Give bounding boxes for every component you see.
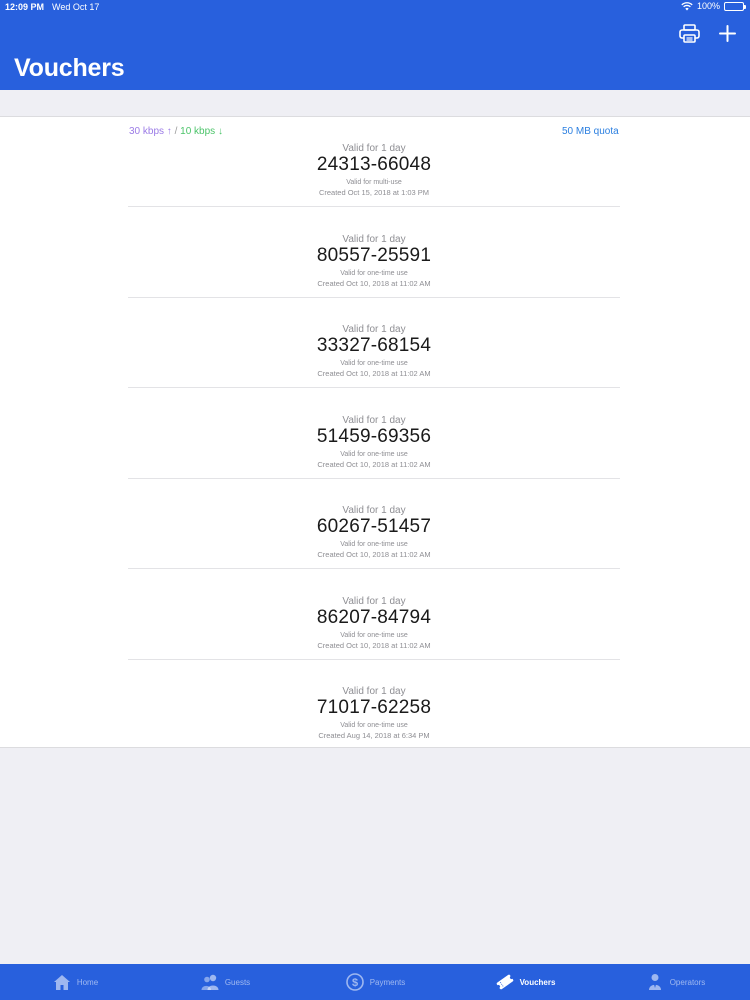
voucher-created: Created Oct 15, 2018 at 1:03 PM	[318, 188, 430, 197]
svg-text:$: $	[352, 977, 358, 989]
tab-payments[interactable]: $ Payments	[300, 964, 450, 1000]
voucher-row[interactable]: Valid for 1 day 24313-66048 Valid for mult…	[128, 117, 620, 207]
navigation-header: 12:09 PM Wed Oct 17 100% Vouchers	[0, 0, 750, 90]
printer-icon	[678, 23, 700, 43]
voucher-validity: Valid for 1 day	[342, 233, 406, 245]
wifi-icon	[681, 1, 693, 10]
voucher-validity: Valid for 1 day	[342, 143, 406, 154]
voucher-code: 60267-51457	[316, 516, 432, 537]
nav-actions	[678, 22, 738, 44]
voucher-usage: Valid for one-time use	[340, 450, 408, 458]
vouchers-icon	[495, 972, 515, 992]
battery-icon	[724, 1, 746, 11]
voucher-created: Created Oct 10, 2018 at 11:02 AM	[317, 369, 431, 378]
voucher-validity: Valid for 1 day	[342, 505, 406, 516]
voucher-created: Created Oct 10, 2018 at 11:02 AM	[317, 640, 431, 650]
tab-guests[interactable]: Guests	[150, 964, 300, 1000]
voucher-row[interactable]: Valid for 1 day 33327-68154 Valid for one-…	[128, 298, 620, 388]
tab-label: Payments	[369, 977, 406, 987]
tab-label: Home	[76, 977, 99, 987]
voucher-code: 33327-68154	[316, 335, 432, 356]
tab-label: Vouchers	[519, 977, 556, 987]
status-time: 12:09 PM	[5, 2, 45, 12]
voucher-created: Created Oct 10, 2018 at 11:02 AM	[317, 459, 431, 469]
voucher-usage: Valid for one-time use	[340, 722, 408, 729]
voucher-row[interactable]: Valid for 1 day 51459-69356 Valid for one-…	[128, 389, 620, 479]
plus-icon	[718, 24, 736, 42]
status-indicators: 100%	[681, 1, 746, 11]
tab-operators[interactable]: Operators	[600, 964, 750, 1000]
voucher-code: 86207-84794	[316, 606, 432, 628]
voucher-validity: Valid for 1 day	[342, 595, 406, 607]
voucher-validity: Valid for 1 day	[342, 324, 406, 335]
voucher-usage: Valid for one-time use	[340, 360, 408, 367]
voucher-usage: Valid for one-time use	[340, 269, 408, 277]
tab-label: Guests	[224, 977, 251, 987]
voucher-row[interactable]: Valid for 1 day 71017-62258 Valid for one-…	[128, 660, 620, 750]
voucher-validity: Valid for 1 day	[342, 414, 406, 426]
voucher-usage: Valid for multi-use	[346, 179, 402, 186]
voucher-row[interactable]: Valid for 1 day 86207-84794 Valid for one-…	[128, 570, 620, 660]
voucher-code: 51459-69356	[316, 425, 432, 447]
voucher-code: 71017-62258	[316, 697, 432, 718]
guests-icon	[200, 972, 220, 992]
voucher-code: 24313-66048	[316, 154, 432, 175]
tab-label: Operators	[669, 977, 706, 987]
voucher-row[interactable]: Valid for 1 day 60267-51457 Valid for one-…	[128, 479, 620, 569]
voucher-usage: Valid for one-time use	[340, 541, 408, 548]
voucher-list: 30 kbps ↑ / 10 kbps ↓ 50 MB quota Valid …	[0, 116, 750, 748]
tab-home[interactable]: Home	[0, 964, 150, 1000]
status-date: Wed Oct 17	[52, 2, 100, 12]
operators-icon	[645, 972, 665, 992]
tab-bar: Home Guests $ Payments Vouchers Operators	[0, 964, 750, 1000]
voucher-usage: Valid for one-time use	[340, 631, 408, 639]
page-title: Vouchers	[14, 54, 125, 82]
add-voucher-button[interactable]	[716, 22, 738, 44]
tab-vouchers[interactable]: Vouchers	[450, 964, 600, 1000]
home-icon	[52, 972, 72, 992]
voucher-row[interactable]: Valid for 1 day 80557-25591 Valid for one-…	[128, 208, 620, 298]
voucher-created: Created Oct 10, 2018 at 11:02 AM	[317, 278, 431, 288]
voucher-created: Created Aug 14, 2018 at 6:34 PM	[318, 731, 430, 740]
status-bar: 12:09 PM Wed Oct 17 100%	[0, 0, 750, 14]
payments-icon: $	[345, 972, 365, 992]
voucher-validity: Valid for 1 day	[342, 686, 406, 697]
voucher-code: 80557-25591	[316, 244, 432, 266]
voucher-created: Created Oct 10, 2018 at 11:02 AM	[317, 550, 431, 559]
print-button[interactable]	[678, 22, 700, 44]
battery-percent: 100%	[696, 1, 720, 11]
